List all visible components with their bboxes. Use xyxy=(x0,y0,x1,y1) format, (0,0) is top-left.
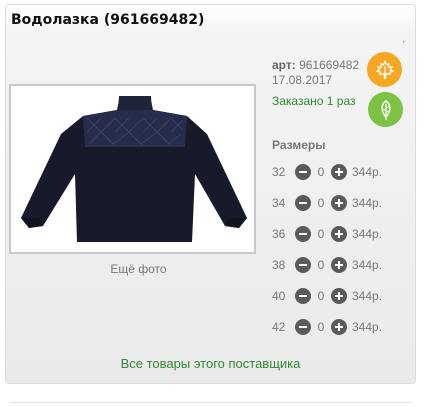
decrease-button[interactable] xyxy=(295,288,311,304)
quantity-value: 0 xyxy=(317,289,325,303)
size-price: 344р. xyxy=(352,227,383,241)
size-price: 344р. xyxy=(352,165,383,179)
decrease-button[interactable] xyxy=(295,226,311,242)
quantity-value: 0 xyxy=(317,227,325,241)
increase-button[interactable] xyxy=(331,195,347,211)
size-price: 344р. xyxy=(352,258,383,272)
sizes-title: Размеры xyxy=(272,138,326,152)
plus-icon xyxy=(335,292,343,300)
leaf-icon xyxy=(381,99,390,120)
product-meta: арт: 961669482 17.08.2017 xyxy=(272,58,359,88)
size-label: 40 xyxy=(272,289,286,303)
minus-icon xyxy=(299,171,307,173)
size-row: 42 0 344р. xyxy=(272,318,412,336)
size-label: 42 xyxy=(272,320,286,334)
size-label: 34 xyxy=(272,196,286,210)
article-value: 961669482 xyxy=(299,58,360,72)
minus-icon xyxy=(299,202,307,204)
maple-leaf-icon xyxy=(375,59,394,79)
minus-icon xyxy=(299,233,307,235)
size-label: 36 xyxy=(272,227,286,241)
increase-button[interactable] xyxy=(331,288,347,304)
spring-season-badge xyxy=(368,92,403,127)
quantity-value: 0 xyxy=(317,320,325,334)
article-label: арт: xyxy=(272,58,296,72)
decrease-button[interactable] xyxy=(295,195,311,211)
increase-button[interactable] xyxy=(331,164,347,180)
product-date: 17.08.2017 xyxy=(272,73,333,87)
more-photos-link[interactable]: Ещё фото xyxy=(15,262,262,276)
size-label: 32 xyxy=(272,165,286,179)
article-line: арт: 961669482 xyxy=(272,58,359,73)
size-price: 344р. xyxy=(352,289,383,303)
divider xyxy=(10,402,411,403)
plus-icon xyxy=(335,199,343,207)
minus-icon xyxy=(299,326,307,328)
size-row: 38 0 344р. xyxy=(272,256,412,274)
quantity-value: 0 xyxy=(317,165,325,179)
supplier-products-link[interactable]: Все товары этого поставщика xyxy=(5,356,416,371)
plus-icon xyxy=(335,323,343,331)
decrease-button[interactable] xyxy=(295,164,311,180)
plus-icon xyxy=(335,230,343,238)
autumn-season-badge xyxy=(367,52,402,87)
minus-icon xyxy=(299,295,307,297)
size-price: 344р. xyxy=(352,196,383,210)
increase-button[interactable] xyxy=(331,226,347,242)
increase-button[interactable] xyxy=(331,257,347,273)
product-title: Водолазка (961669482) xyxy=(11,12,205,28)
increase-button[interactable] xyxy=(331,319,347,335)
plus-icon xyxy=(335,168,343,176)
size-price: 344р. xyxy=(352,320,383,334)
size-row: 34 0 344р. xyxy=(272,194,412,212)
turtleneck-image xyxy=(21,96,247,242)
plus-icon xyxy=(335,261,343,269)
corner-mark: , xyxy=(402,34,405,45)
ordered-count: Заказано 1 раз xyxy=(272,94,356,108)
size-row: 40 0 344р. xyxy=(272,287,412,305)
minus-icon xyxy=(299,264,307,266)
product-photo[interactable] xyxy=(9,84,256,254)
decrease-button[interactable] xyxy=(295,257,311,273)
size-row: 36 0 344р. xyxy=(272,225,412,243)
quantity-value: 0 xyxy=(317,196,325,210)
decrease-button[interactable] xyxy=(295,319,311,335)
size-label: 38 xyxy=(272,258,286,272)
size-row: 32 0 344р. xyxy=(272,163,412,181)
quantity-value: 0 xyxy=(317,258,325,272)
